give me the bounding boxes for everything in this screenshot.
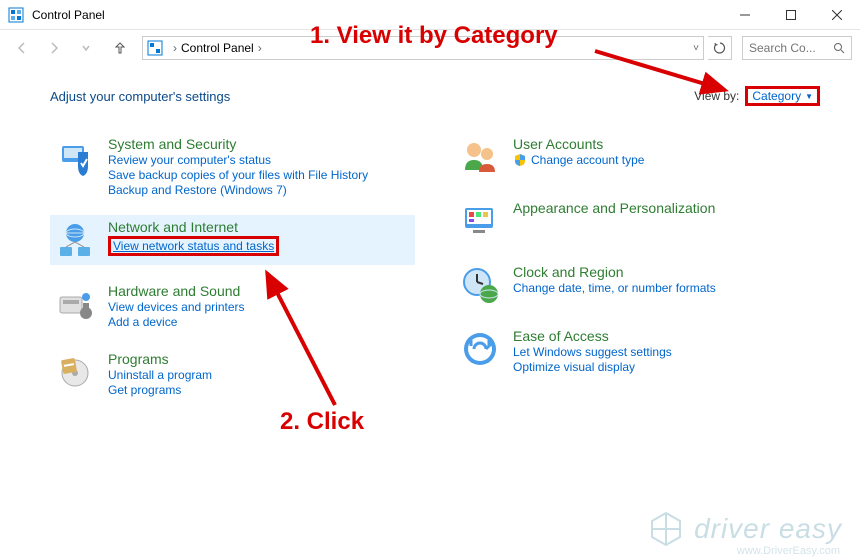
category-sublink[interactable]: Let Windows suggest settings: [513, 345, 672, 359]
category-sublink[interactable]: Change account type: [531, 153, 644, 167]
view-by-control: View by: Category ▼: [694, 86, 820, 106]
appearance-and-personalization-icon: [459, 200, 501, 242]
search-input[interactable]: [749, 41, 829, 55]
maximize-button[interactable]: [768, 0, 814, 30]
category-user-accounts: User AccountsChange account type: [455, 132, 820, 182]
titlebar: Control Panel: [0, 0, 860, 30]
category-body: Clock and RegionChange date, time, or nu…: [513, 264, 716, 295]
view-by-dropdown[interactable]: Category ▼: [745, 86, 820, 106]
category-title-link[interactable]: Network and Internet: [108, 219, 279, 235]
category-title-link[interactable]: User Accounts: [513, 136, 644, 152]
category-sublink[interactable]: Save backup copies of your files with Fi…: [108, 168, 368, 182]
chevron-right-icon: ›: [173, 41, 177, 55]
category-sublink[interactable]: Get programs: [108, 383, 212, 397]
category-sublink[interactable]: Change date, time, or number formats: [513, 281, 716, 295]
category-hardware-and-sound: Hardware and SoundView devices and print…: [50, 279, 415, 333]
window-controls: [722, 0, 860, 30]
category-title-link[interactable]: Appearance and Personalization: [513, 200, 715, 216]
recent-dropdown[interactable]: [72, 34, 100, 62]
category-sublink[interactable]: Optimize visual display: [513, 360, 672, 374]
control-panel-small-icon: [147, 40, 163, 56]
address-bar[interactable]: › Control Panel › ˅: [142, 36, 704, 60]
view-by-value: Category: [752, 89, 801, 103]
watermark-logo-icon: [646, 509, 686, 549]
clock-and-region-icon: [459, 264, 501, 306]
dropdown-caret-icon: ▼: [805, 92, 813, 101]
category-body: User AccountsChange account type: [513, 136, 644, 167]
control-panel-icon: [8, 7, 24, 23]
category-body: ProgramsUninstall a programGet programs: [108, 351, 212, 397]
category-programs: ProgramsUninstall a programGet programs: [50, 347, 415, 401]
search-box[interactable]: [742, 36, 852, 60]
breadcrumb[interactable]: Control Panel: [181, 41, 254, 55]
watermark-brand: driver easy: [694, 513, 842, 545]
window-title: Control Panel: [32, 8, 722, 22]
category-sublink[interactable]: Uninstall a program: [108, 368, 212, 382]
category-title-link[interactable]: Hardware and Sound: [108, 283, 245, 299]
category-title-link[interactable]: System and Security: [108, 136, 368, 152]
programs-icon: [54, 351, 96, 393]
category-body: Network and InternetView network status …: [108, 219, 279, 256]
ease-of-access-icon: [459, 328, 501, 370]
category-ease-of-access: Ease of AccessLet Windows suggest settin…: [455, 324, 820, 378]
category-network-and-internet: Network and InternetView network status …: [50, 215, 415, 265]
category-sublink[interactable]: View devices and printers: [108, 300, 245, 314]
category-clock-and-region: Clock and RegionChange date, time, or nu…: [455, 260, 820, 310]
category-title-link[interactable]: Clock and Region: [513, 264, 716, 280]
address-dropdown-icon[interactable]: ˅: [693, 43, 699, 54]
content-area: Adjust your computer's settings View by:…: [0, 66, 860, 401]
category-body: System and SecurityReview your computer'…: [108, 136, 368, 197]
refresh-button[interactable]: [708, 36, 732, 60]
category-body: Ease of AccessLet Windows suggest settin…: [513, 328, 672, 374]
view-by-label: View by:: [694, 89, 739, 103]
up-button[interactable]: [108, 36, 132, 60]
back-button[interactable]: [8, 34, 36, 62]
forward-button[interactable]: [40, 34, 68, 62]
right-column: User AccountsChange account type Appearan…: [455, 132, 820, 401]
close-button[interactable]: [814, 0, 860, 30]
annotation-step-2: 2. Click: [280, 408, 364, 436]
category-system-and-security: System and SecurityReview your computer'…: [50, 132, 415, 201]
category-sublink[interactable]: View network status and tasks: [108, 236, 279, 256]
category-sublink[interactable]: Add a device: [108, 315, 245, 329]
category-title-link[interactable]: Ease of Access: [513, 328, 672, 344]
category-sublink[interactable]: Review your computer's status: [108, 153, 368, 167]
hardware-and-sound-icon: [54, 283, 96, 325]
watermark-url: www.DriverEasy.com: [737, 545, 840, 557]
network-and-internet-icon: [54, 219, 96, 261]
search-icon: [833, 42, 845, 54]
category-sublink[interactable]: Backup and Restore (Windows 7): [108, 183, 368, 197]
page-heading: Adjust your computer's settings: [50, 89, 694, 104]
category-body: Appearance and Personalization: [513, 200, 715, 216]
category-body: Hardware and SoundView devices and print…: [108, 283, 245, 329]
navbar: › Control Panel › ˅: [0, 30, 860, 66]
shield-badge: Change account type: [513, 153, 644, 167]
chevron-right-icon: ›: [258, 41, 262, 55]
minimize-button[interactable]: [722, 0, 768, 30]
category-appearance-and-personalization: Appearance and Personalization: [455, 196, 820, 246]
system-and-security-icon: [54, 136, 96, 178]
category-title-link[interactable]: Programs: [108, 351, 212, 367]
left-column: System and SecurityReview your computer'…: [50, 132, 415, 401]
user-accounts-icon: [459, 136, 501, 178]
watermark: driver easy: [646, 509, 842, 549]
